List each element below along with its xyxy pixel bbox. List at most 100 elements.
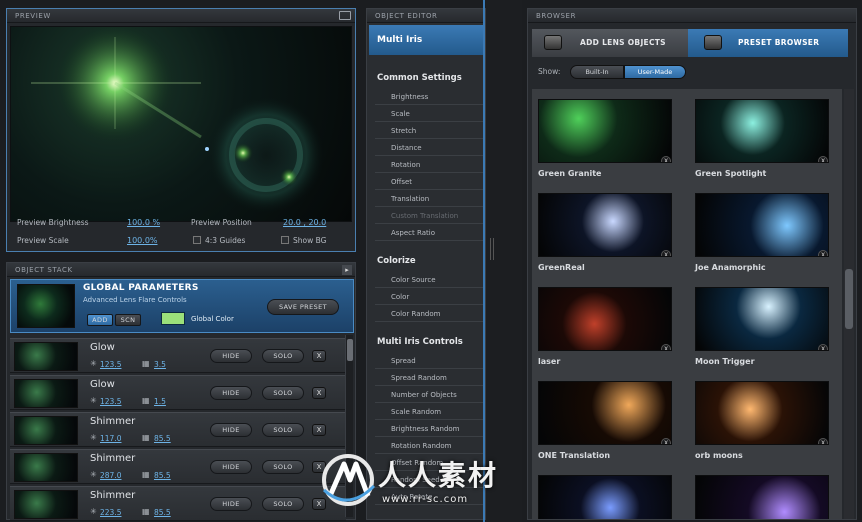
splitter-grip-icon[interactable] (490, 238, 494, 260)
editor-item[interactable]: Color Random (375, 306, 483, 322)
editor-item[interactable]: Stretch (375, 123, 483, 139)
preset-remove-button[interactable]: X (661, 344, 671, 350)
remove-button[interactable]: X (312, 350, 326, 362)
editor-item[interactable]: Scale (375, 106, 483, 122)
row-value-brightness[interactable]: 123.5 (100, 360, 121, 369)
browser-scrollbar[interactable] (844, 89, 854, 519)
guides-checkbox[interactable] (193, 236, 201, 244)
preset-tile[interactable]: X Green Granite (538, 99, 678, 178)
preview-position-value[interactable]: 20.0 , 20.0 (283, 218, 326, 227)
showbg-checkbox[interactable] (281, 236, 289, 244)
preset-remove-button[interactable]: X (818, 438, 828, 444)
preset-remove-button[interactable]: X (818, 344, 828, 350)
row-value-scale[interactable]: 85.5 (154, 471, 171, 480)
editor-item[interactable]: Color Source (375, 272, 483, 288)
showbg-toggle[interactable]: Show BG (281, 236, 326, 245)
preset-thumbnail[interactable]: X (695, 381, 829, 445)
row-value-scale[interactable]: 85.5 (154, 508, 171, 517)
row-thumbnail (14, 453, 78, 482)
editor-item[interactable]: Aspect Ratio (375, 225, 483, 241)
tab-add-lens-objects[interactable]: ADD LENS OBJECTS (532, 29, 688, 57)
scale-icon: ▦ (142, 359, 150, 368)
add-button[interactable]: ADD (87, 314, 113, 326)
usermade-toggle[interactable]: User-Made (624, 65, 686, 79)
preset-remove-button[interactable]: X (661, 250, 671, 256)
preset-tile[interactable]: Xlaser (538, 287, 678, 366)
solo-button[interactable]: SOLO (262, 497, 304, 511)
preset-tile[interactable]: X (695, 475, 835, 519)
editor-item[interactable]: Translation (375, 191, 483, 207)
save-preset-button[interactable]: SAVE PRESET (267, 299, 339, 315)
preset-tile[interactable]: X Moon Trigger (695, 287, 835, 366)
preset-remove-button[interactable]: X (661, 156, 671, 162)
stack-row[interactable]: Glow ✳ 123.5 ▦ 3.5 HIDE SOLO X (10, 338, 346, 373)
editor-item[interactable]: Distance (375, 140, 483, 156)
preset-remove-button[interactable]: X (818, 156, 828, 162)
hide-button[interactable]: HIDE (210, 460, 252, 474)
preview-scale-value[interactable]: 100.0% (127, 236, 158, 245)
editor-item[interactable]: Scale Random (375, 404, 483, 420)
scn-button[interactable]: SCN (115, 314, 141, 326)
preset-thumbnail[interactable]: X (695, 193, 829, 257)
expand-arrow-icon[interactable]: ▸ (342, 265, 352, 275)
editor-item[interactable]: Spread Random (375, 370, 483, 386)
preset-remove-button[interactable]: X (661, 438, 671, 444)
solo-button[interactable]: SOLO (262, 386, 304, 400)
preset-thumbnail[interactable]: X (538, 193, 672, 257)
browser-scrollbar-thumb[interactable] (845, 269, 853, 329)
preset-tile[interactable]: Xorb moons (695, 381, 835, 460)
row-value-brightness[interactable]: 287.0 (100, 471, 121, 480)
row-value-scale[interactable]: 1.5 (154, 397, 166, 406)
popout-icon[interactable] (339, 11, 351, 20)
panel-splitter[interactable] (486, 0, 522, 522)
guides-toggle[interactable]: 4:3 Guides (193, 236, 245, 245)
editor-item[interactable]: Spread (375, 353, 483, 369)
row-value-brightness[interactable]: 223.5 (100, 508, 121, 517)
remove-button[interactable]: X (312, 424, 326, 436)
preset-thumbnail[interactable]: X (538, 381, 672, 445)
hide-button[interactable]: HIDE (210, 423, 252, 437)
editor-item[interactable]: Brightness Random (375, 421, 483, 437)
editor-item[interactable]: Rotation (375, 157, 483, 173)
global-parameters-row[interactable]: GLOBAL PARAMETERS Advanced Lens Flare Co… (10, 279, 354, 333)
preset-remove-button[interactable]: X (818, 250, 828, 256)
tab-multi-iris[interactable]: Multi Iris (369, 25, 483, 55)
editor-item[interactable]: Brightness (375, 89, 483, 105)
row-name: Glow (90, 379, 115, 390)
preset-label: laser (538, 357, 561, 366)
preset-tile[interactable]: X Joe Anamorphic (695, 193, 835, 272)
solo-button[interactable]: SOLO (262, 460, 304, 474)
row-value-brightness[interactable]: 117.0 (100, 434, 121, 443)
preset-tile[interactable]: X GreenReal (538, 193, 678, 272)
solo-button[interactable]: SOLO (262, 349, 304, 363)
preset-thumbnail[interactable]: X (695, 287, 829, 351)
hide-button[interactable]: HIDE (210, 386, 252, 400)
scrollbar-thumb[interactable] (347, 339, 353, 361)
hide-button[interactable]: HIDE (210, 497, 252, 511)
stack-row[interactable]: Shimmer ✳ 223.5 ▦ 85.5 HIDE SOLO X (10, 486, 346, 521)
solo-button[interactable]: SOLO (262, 423, 304, 437)
preset-tile[interactable]: X Green Spotlight (695, 99, 835, 178)
preview-brightness-value[interactable]: 100.0 % (127, 218, 160, 227)
editor-item[interactable]: Number of Objects (375, 387, 483, 403)
row-value-brightness[interactable]: 123.5 (100, 397, 121, 406)
preset-thumbnail[interactable]: X (538, 287, 672, 351)
browser-panel: BROWSER ADD LENS OBJECTS PRESET BROWSER … (527, 8, 857, 520)
hide-button[interactable]: HIDE (210, 349, 252, 363)
preview-viewport[interactable] (10, 26, 352, 222)
tab-preset-browser[interactable]: PRESET BROWSER (688, 29, 848, 57)
preset-thumbnail[interactable]: X (695, 475, 829, 519)
editor-item[interactable]: Offset (375, 174, 483, 190)
stack-row[interactable]: Glow ✳ 123.5 ▦ 1.5 HIDE SOLO X (10, 375, 346, 410)
stack-row[interactable]: Shimmer ✳ 287.0 ▦ 85.5 HIDE SOLO X (10, 449, 346, 484)
row-value-scale[interactable]: 85.5 (154, 434, 171, 443)
stack-row[interactable]: Shimmer ✳ 117.0 ▦ 85.5 HIDE SOLO X (10, 412, 346, 447)
preset-thumbnail[interactable]: X (538, 99, 672, 163)
preset-thumbnail[interactable]: X (695, 99, 829, 163)
editor-item[interactable]: Custom Translation (375, 208, 483, 224)
builtin-toggle[interactable]: Built-In (570, 65, 624, 79)
row-value-scale[interactable]: 3.5 (154, 360, 166, 369)
editor-item[interactable]: Color (375, 289, 483, 305)
remove-button[interactable]: X (312, 387, 326, 399)
global-color-swatch[interactable] (161, 312, 185, 325)
